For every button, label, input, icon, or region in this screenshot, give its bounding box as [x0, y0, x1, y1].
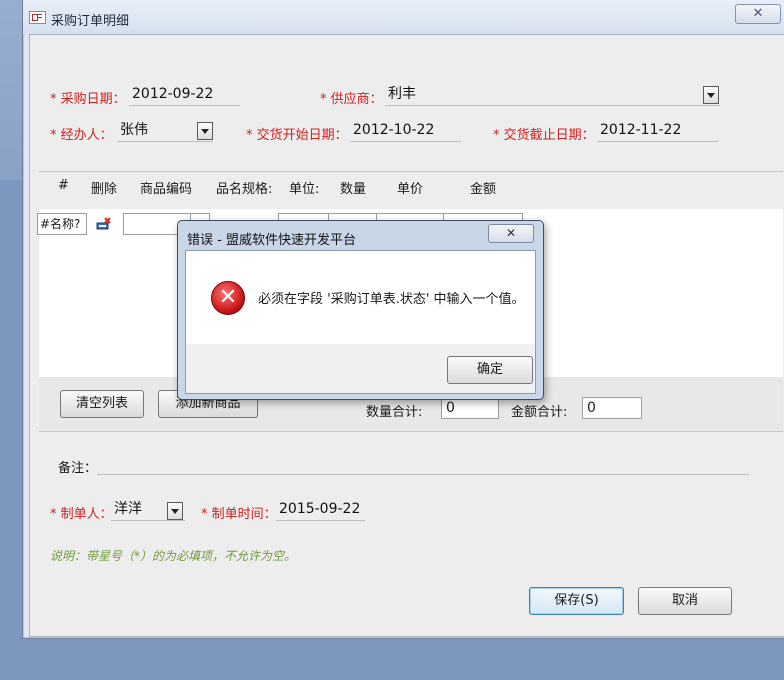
form-icon [29, 11, 46, 24]
delivery-end-label: * 交货截止日期： [493, 128, 595, 143]
make-time-field[interactable]: 2015-09-22 [276, 499, 365, 521]
column-spec: 品名规格: [216, 182, 273, 197]
dialog-body: ✕ 必须在字段 '采购订单表.状态' 中输入一个值。 确定 [185, 250, 536, 394]
column-unit: 单位: [289, 182, 320, 197]
supplier-combo[interactable]: 利丰 [385, 84, 720, 106]
dialog-message-area: ✕ 必须在字段 '采购订单表.状态' 中输入一个值。 [186, 251, 535, 344]
remarks-label: 备注： [58, 461, 98, 476]
error-dialog: 错误 - 盟威软件快速开发平台 ✕ ✕ 必须在字段 '采购订单表.状态' 中输入… [177, 220, 544, 400]
make-time-label: * 制单时间： [201, 507, 277, 522]
delivery-end-field[interactable]: 2012-11-22 [597, 120, 718, 142]
dialog-close-button[interactable]: ✕ [488, 224, 534, 243]
column-delete: 删除 [91, 182, 118, 197]
dialog-message: 必须在字段 '采购订单表.状态' 中输入一个值。 [258, 292, 525, 307]
remarks-field[interactable] [97, 453, 749, 475]
required-note: 说明：带星号（*）的为必填项，不允许为空。 [50, 549, 297, 563]
error-icon: ✕ [211, 281, 245, 315]
handler-label: * 经办人： [50, 128, 113, 143]
row-name-cell[interactable]: #名称? [37, 213, 87, 235]
amount-total-field[interactable]: 0 [582, 397, 642, 419]
window-close-button[interactable]: ✕ [735, 4, 781, 24]
dialog-ok-button[interactable]: 确定 [447, 356, 533, 384]
column-quantity: 数量 [340, 182, 367, 197]
window-title: 采购订单明细 [51, 14, 130, 29]
column-amount: 金额 [470, 182, 497, 197]
column-price: 单价 [397, 182, 424, 197]
delivery-start-field[interactable]: 2012-10-22 [350, 120, 461, 142]
clear-list-button[interactable]: 清空列表 [60, 390, 144, 418]
dialog-title: 错误 - 盟威软件快速开发平台 [187, 233, 356, 248]
handler-dropdown-button[interactable] [197, 122, 213, 140]
column-number: # [58, 178, 69, 193]
purchase-date-field[interactable]: 2012-09-22 [129, 84, 240, 106]
window-titlebar[interactable]: 采购订单明细 ✕ [23, 0, 784, 34]
purchase-date-label: * 采购日期： [50, 92, 126, 107]
supplier-label: * 供应商： [320, 92, 383, 107]
maker-dropdown-button[interactable] [167, 502, 183, 520]
qty-total-field[interactable]: 0 [441, 397, 499, 419]
delete-row-icon[interactable] [96, 217, 111, 230]
save-button[interactable]: 保存(S) [529, 587, 624, 615]
column-item-code: 商品编码 [140, 182, 193, 197]
delivery-start-label: * 交货开始日期： [246, 128, 348, 143]
amount-total-label: 金额合计: [511, 405, 568, 420]
supplier-dropdown-button[interactable] [703, 86, 719, 104]
qty-total-label: 数量合计: [366, 405, 423, 420]
cancel-button[interactable]: 取消 [638, 587, 732, 615]
maker-label: * 制单人： [50, 507, 113, 522]
